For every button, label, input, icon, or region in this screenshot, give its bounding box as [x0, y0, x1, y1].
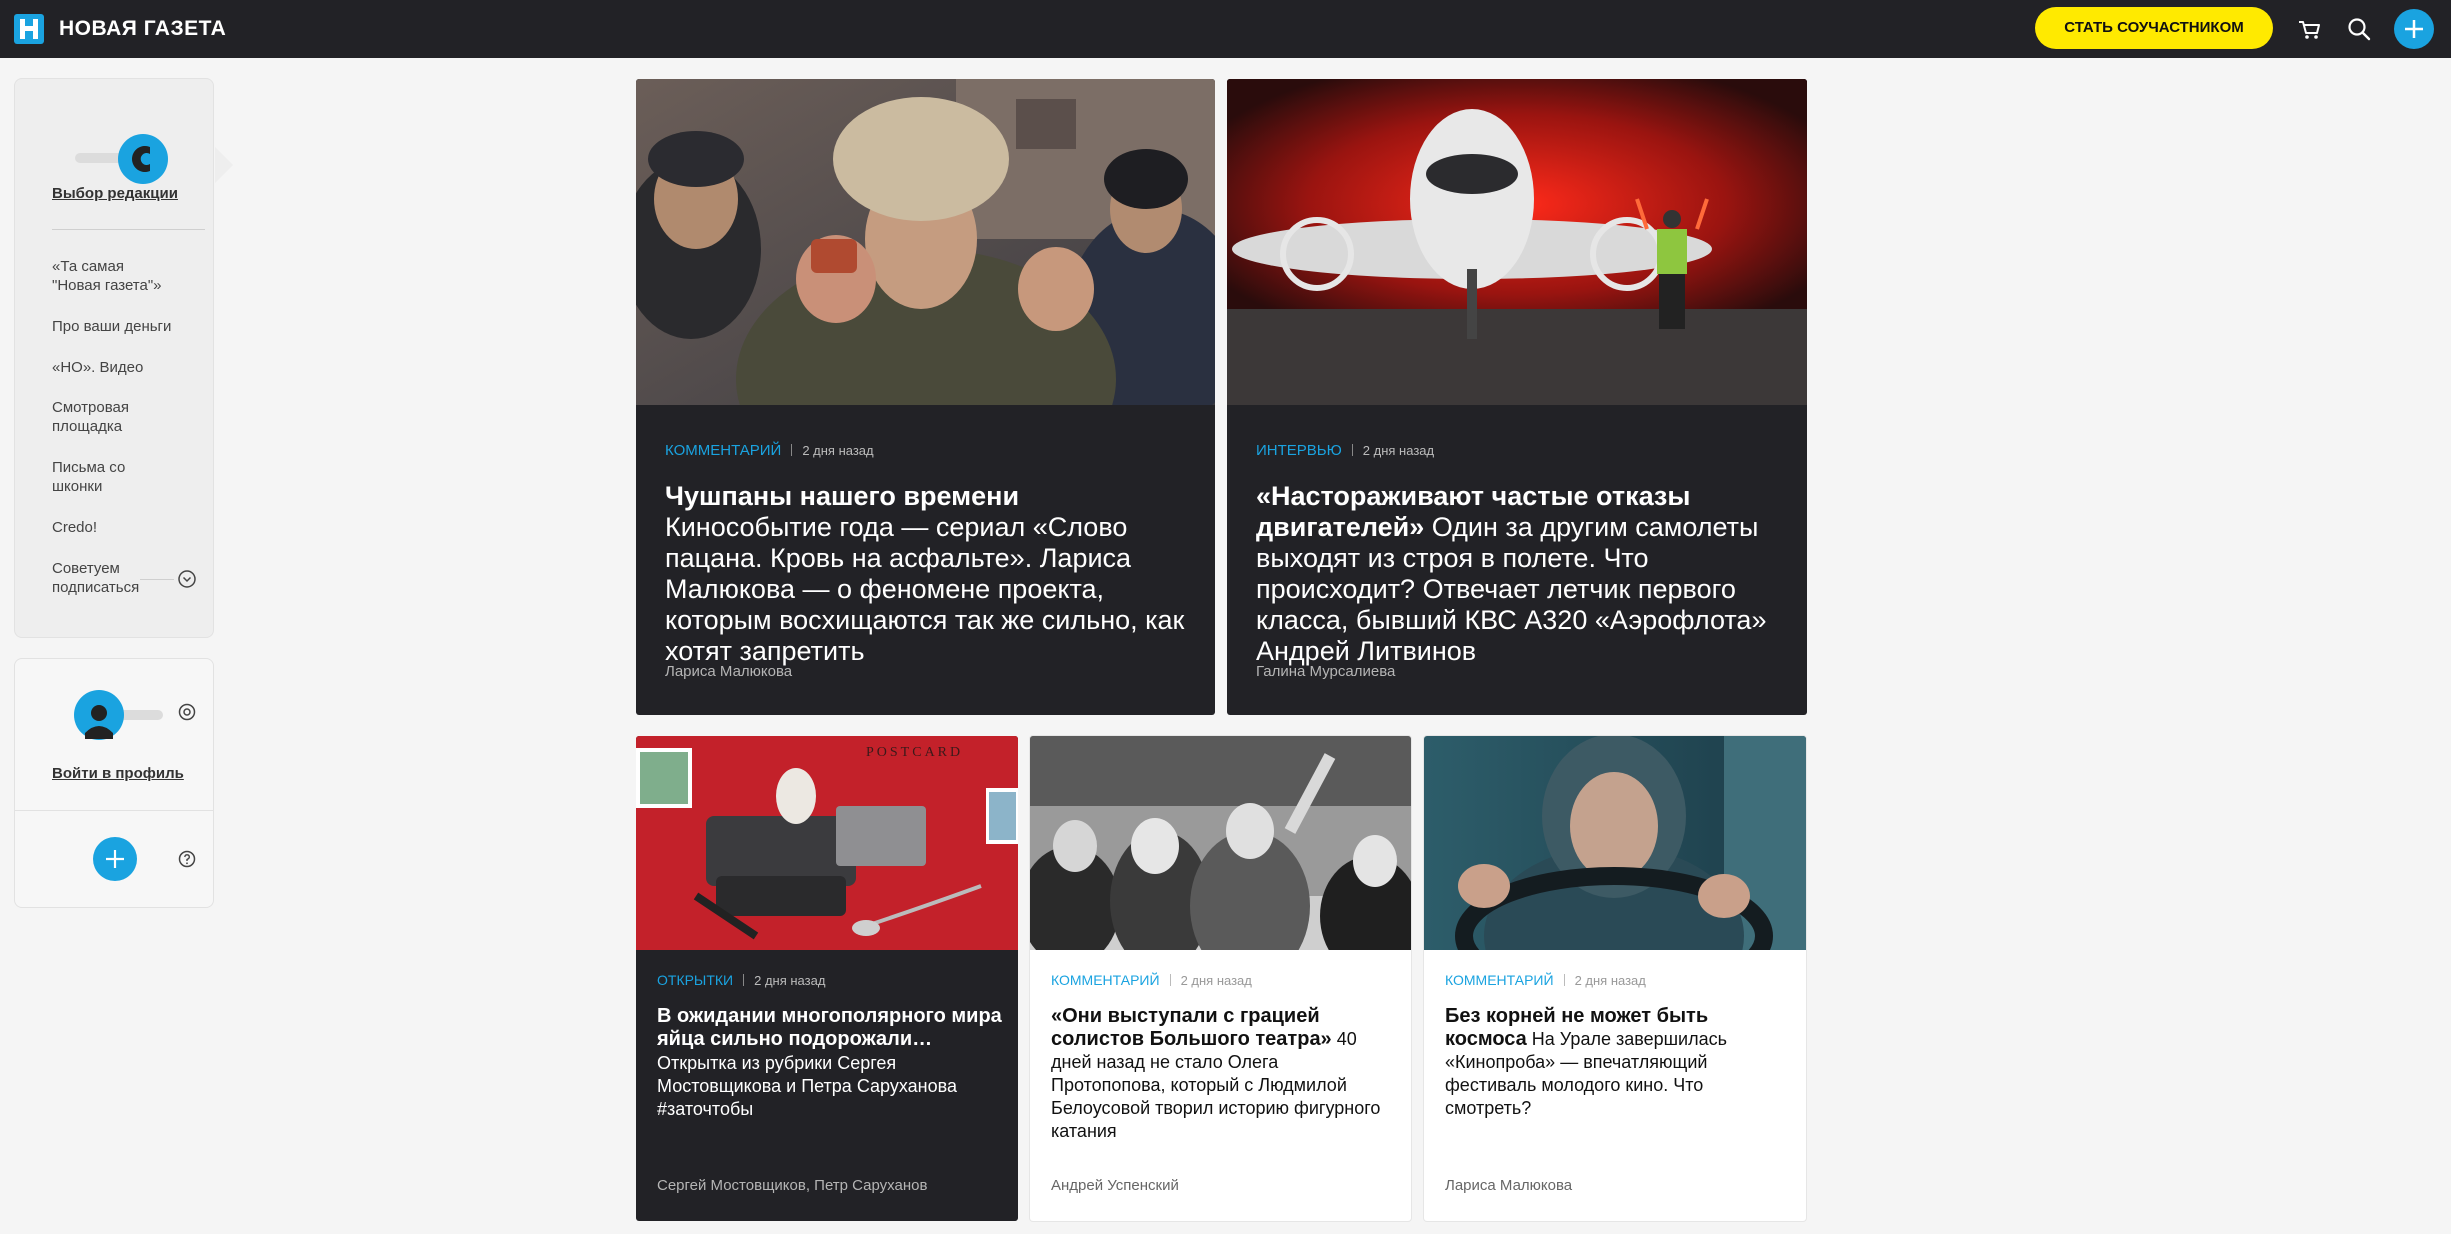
- article-title[interactable]: «Они выступали с грацией солистов Большо…: [1051, 1005, 1332, 1050]
- help-icon[interactable]: [177, 849, 197, 869]
- article-author[interactable]: Галина Мурсалиева: [1256, 663, 1395, 680]
- settings-icon[interactable]: [177, 702, 197, 722]
- avatar-icon: [74, 690, 124, 740]
- article-card[interactable]: КОММЕНТАРИЙ 2 дня назад «Они выступали с …: [1030, 736, 1411, 1221]
- sidebar-item-credo[interactable]: Credo!: [52, 518, 97, 537]
- divider: [15, 810, 213, 811]
- article-headline[interactable]: Без корней не может быть космоса На Урал…: [1445, 1005, 1790, 1120]
- article-headline[interactable]: В ожидании многополярного мира яйца силь…: [657, 1005, 1002, 1121]
- publish-time: 2 дня назад: [1574, 973, 1646, 988]
- sidebar-item-letters[interactable]: Письма со шконки: [52, 458, 125, 496]
- plus-icon[interactable]: [2394, 9, 2434, 49]
- article-lead[interactable]: Кинособытие года — сериал «Слово пацана.…: [665, 512, 1184, 666]
- plus-icon: [106, 850, 124, 868]
- sidebar-item-observation-deck[interactable]: Смотровая площадка: [52, 398, 129, 436]
- publish-time: 2 дня назад: [1180, 973, 1252, 988]
- article-card[interactable]: КОММЕНТАРИЙ 2 дня назад Чушпаны нашего вр…: [636, 79, 1215, 715]
- add-button[interactable]: [93, 837, 137, 881]
- logo-icon[interactable]: [14, 14, 44, 44]
- article-author[interactable]: Лариса Малюкова: [1445, 1177, 1572, 1194]
- rubric-link[interactable]: КОММЕНТАРИЙ: [1051, 972, 1160, 988]
- logo-text[interactable]: НОВАЯ ГАЗЕТА: [59, 14, 226, 44]
- postcard-label: POSTCARD: [866, 745, 963, 760]
- article-author[interactable]: Сергей Мостовщиков, Петр Саруханов: [657, 1177, 927, 1194]
- sidebar-item-recommend-subscribe[interactable]: Советуем подписаться: [52, 559, 139, 597]
- sidebar-item-money[interactable]: Про ваши деньги: [52, 317, 171, 336]
- article-image-postcard[interactable]: POSTCARD: [636, 736, 1018, 950]
- article-image-figure-skaters[interactable]: [1030, 736, 1411, 950]
- article-card[interactable]: POSTCARD ОТКРЫТКИ 2 дня назад В ожидании …: [636, 736, 1018, 1221]
- article-lead[interactable]: Открытка из рубрики Сергея Мостовщикова …: [657, 1052, 1002, 1121]
- article-title[interactable]: Чушпаны нашего времени: [665, 481, 1019, 511]
- article-headline[interactable]: «Они выступали с грацией солистов Большо…: [1051, 1005, 1396, 1143]
- article-meta: ИНТЕРВЬЮ 2 дня назад: [1256, 443, 1434, 459]
- article-image-airplane[interactable]: [1227, 79, 1807, 405]
- become-member-button[interactable]: СТАТЬ СОУЧАСТНИКОМ: [2035, 7, 2273, 49]
- rubric-link[interactable]: ОТКРЫТКИ: [657, 972, 733, 988]
- sidebar-item-video[interactable]: «НО». Видео: [52, 358, 143, 377]
- article-meta: ОТКРЫТКИ 2 дня назад: [657, 972, 825, 989]
- panel-pointer: [215, 147, 233, 183]
- profile-panel: Войти в профиль: [14, 658, 214, 908]
- search-icon[interactable]: [2344, 14, 2374, 44]
- profile-toggle[interactable]: [73, 689, 173, 741]
- article-image-man-with-brick[interactable]: [636, 79, 1215, 405]
- top-navigation-bar: НОВАЯ ГАЗЕТА СТАТЬ СОУЧАСТНИКОМ: [0, 0, 2451, 58]
- article-card[interactable]: КОММЕНТАРИЙ 2 дня назад Без корней не мож…: [1424, 736, 1806, 1221]
- editors-choice-title[interactable]: Выбор редакции: [52, 185, 178, 202]
- article-author[interactable]: Лариса Малюкова: [665, 663, 792, 680]
- rubric-link[interactable]: ИНТЕРВЬЮ: [1256, 442, 1342, 459]
- editors-choice-panel: Выбор редакции «Та самая "Новая газета"»…: [14, 78, 233, 638]
- login-link[interactable]: Войти в профиль: [52, 765, 184, 782]
- rubric-link[interactable]: КОММЕНТАРИЙ: [665, 442, 781, 459]
- publish-time: 2 дня назад: [1362, 443, 1435, 458]
- article-meta: КОММЕНТАРИЙ 2 дня назад: [1445, 972, 1646, 989]
- article-meta: КОММЕНТАРИЙ 2 дня назад: [665, 443, 874, 459]
- sidebar-item-the-same-novaya[interactable]: «Та самая "Новая газета"»: [52, 257, 162, 295]
- article-image-girl-driving[interactable]: [1424, 736, 1806, 950]
- cart-icon[interactable]: [2294, 14, 2324, 44]
- publish-time: 2 дня назад: [802, 443, 874, 458]
- dotted-leader: [140, 579, 174, 580]
- article-headline[interactable]: Чушпаны нашего времени Кинособытие года …: [665, 481, 1193, 667]
- toggle-switch[interactable]: [75, 127, 168, 187]
- editors-logo-icon: [118, 134, 168, 184]
- rubric-link[interactable]: КОММЕНТАРИЙ: [1445, 972, 1554, 988]
- article-author[interactable]: Андрей Успенский: [1051, 1177, 1179, 1194]
- article-title[interactable]: В ожидании многополярного мира яйца силь…: [657, 1005, 1002, 1051]
- divider: [52, 229, 205, 230]
- article-meta: КОММЕНТАРИЙ 2 дня назад: [1051, 972, 1252, 989]
- article-headline[interactable]: «Настораживают частые отказы двигателей»…: [1256, 481, 1786, 667]
- chevron-down-circle-icon[interactable]: [177, 569, 197, 589]
- article-card[interactable]: ИНТЕРВЬЮ 2 дня назад «Настораживают часты…: [1227, 79, 1807, 715]
- publish-time: 2 дня назад: [754, 973, 826, 988]
